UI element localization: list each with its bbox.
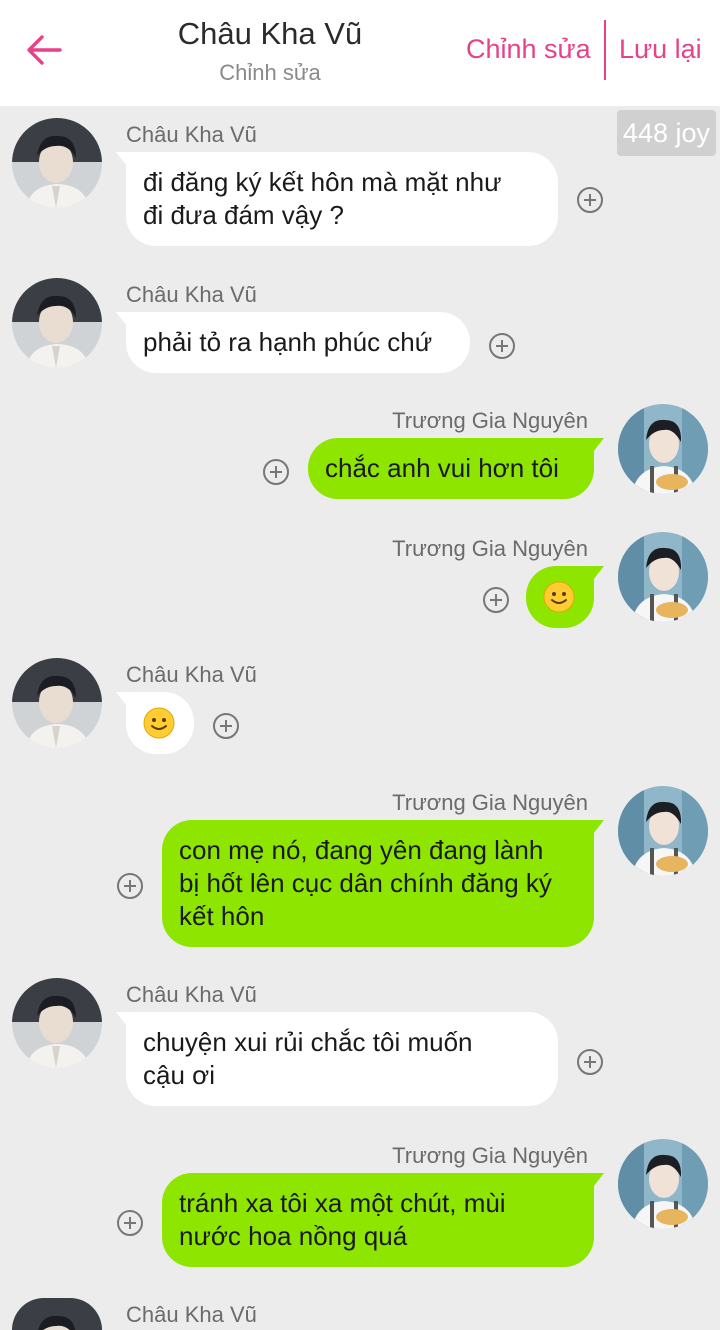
- avatar-truong-gia-nguyen[interactable]: [618, 786, 708, 876]
- sender-name: Châu Kha Vũ: [126, 122, 257, 147]
- edit-button[interactable]: Chỉnh sửa: [466, 34, 591, 65]
- add-reaction-button[interactable]: [482, 586, 510, 614]
- plus-circle-icon: [577, 187, 603, 213]
- sender-name: Trương Gia Nguyên: [392, 790, 588, 815]
- message-text: nước hoa nồng quá: [179, 1221, 408, 1251]
- sender-name: Châu Kha Vũ: [126, 982, 257, 1007]
- plus-circle-icon: [263, 459, 289, 485]
- message-text: chuyện xui rủi chắc tôi muốn: [143, 1027, 473, 1057]
- avatar-truong-gia-nguyen[interactable]: [618, 532, 708, 622]
- slightly-smiling-face-icon: [543, 581, 575, 613]
- plus-circle-icon: [213, 713, 239, 739]
- sender-name: Châu Kha Vũ: [126, 662, 257, 687]
- app-header: Châu Kha Vũ Chỉnh sửa Chỉnh sửa Lưu lại: [0, 0, 720, 106]
- message-text: cậu ơi: [143, 1060, 215, 1090]
- avatar-chau-kha-vu[interactable]: [12, 978, 102, 1068]
- add-reaction-button[interactable]: [262, 458, 290, 486]
- plus-circle-icon: [483, 587, 509, 613]
- message-text: bị hốt lên cục dân chính đăng ký: [179, 868, 552, 898]
- message-bubble[interactable]: chuyện xui rủi chắc tôi muốn cậu ơi: [116, 1012, 558, 1106]
- avatar-truong-gia-nguyen[interactable]: [618, 404, 708, 494]
- message-bubble[interactable]: con mẹ nó, đang yên đang lành bị hốt lên…: [162, 820, 604, 947]
- conversation-title: Châu Kha Vũ: [177, 16, 363, 51]
- message-bubble[interactable]: [526, 566, 604, 628]
- sender-name: Trương Gia Nguyên: [392, 536, 588, 561]
- message-text: đi đăng ký kết hôn mà mặt như: [143, 167, 502, 197]
- joy-badge: 448 joy: [616, 110, 716, 156]
- add-reaction-button[interactable]: [116, 872, 144, 900]
- avatar-truong-gia-nguyen[interactable]: [618, 1139, 708, 1229]
- header-divider: [604, 20, 606, 80]
- add-reaction-button[interactable]: [576, 186, 604, 214]
- message-bubble[interactable]: đi đăng ký kết hôn mà mặt như đi đưa đám…: [116, 152, 558, 246]
- sender-name: Châu Kha Vũ: [126, 282, 257, 307]
- add-reaction-button[interactable]: [488, 332, 516, 360]
- message-text: chắc anh vui hơn tôi: [325, 453, 559, 483]
- message-bubble[interactable]: [116, 692, 194, 754]
- sender-name: Trương Gia Nguyên: [392, 408, 588, 433]
- message-text: tránh xa tôi xa một chút, mùi: [179, 1188, 506, 1218]
- conversation-subtitle: Chỉnh sửa: [219, 60, 321, 85]
- save-button[interactable]: Lưu lại: [619, 34, 702, 65]
- message-bubble[interactable]: chắc anh vui hơn tôi: [308, 438, 604, 499]
- message-text: phải tỏ ra hạnh phúc chứ: [143, 327, 433, 357]
- plus-circle-icon: [117, 1210, 143, 1236]
- back-button[interactable]: [22, 28, 66, 72]
- add-reaction-button[interactable]: [212, 712, 240, 740]
- avatar-chau-kha-vu[interactable]: [12, 658, 102, 748]
- message-text: con mẹ nó, đang yên đang lành: [179, 835, 544, 865]
- plus-circle-icon: [489, 333, 515, 359]
- plus-circle-icon: [577, 1049, 603, 1075]
- slightly-smiling-face-icon: [143, 707, 175, 739]
- message-bubble[interactable]: phải tỏ ra hạnh phúc chứ: [116, 312, 470, 373]
- sender-name: Châu Kha Vũ: [126, 1302, 257, 1327]
- add-reaction-button[interactable]: [116, 1209, 144, 1237]
- avatar-chau-kha-vu[interactable]: [12, 278, 102, 368]
- avatar-chau-kha-vu[interactable]: [12, 118, 102, 208]
- message-bubble[interactable]: tránh xa tôi xa một chút, mùi nước hoa n…: [162, 1173, 604, 1267]
- plus-circle-icon: [117, 873, 143, 899]
- sender-name: Trương Gia Nguyên: [392, 1143, 588, 1168]
- message-text: kết hôn: [179, 901, 265, 931]
- avatar-chau-kha-vu[interactable]: [12, 1298, 102, 1330]
- arrow-left-icon: [27, 35, 62, 65]
- message-text: đi đưa đám vậy ?: [143, 200, 344, 230]
- add-reaction-button[interactable]: [576, 1048, 604, 1076]
